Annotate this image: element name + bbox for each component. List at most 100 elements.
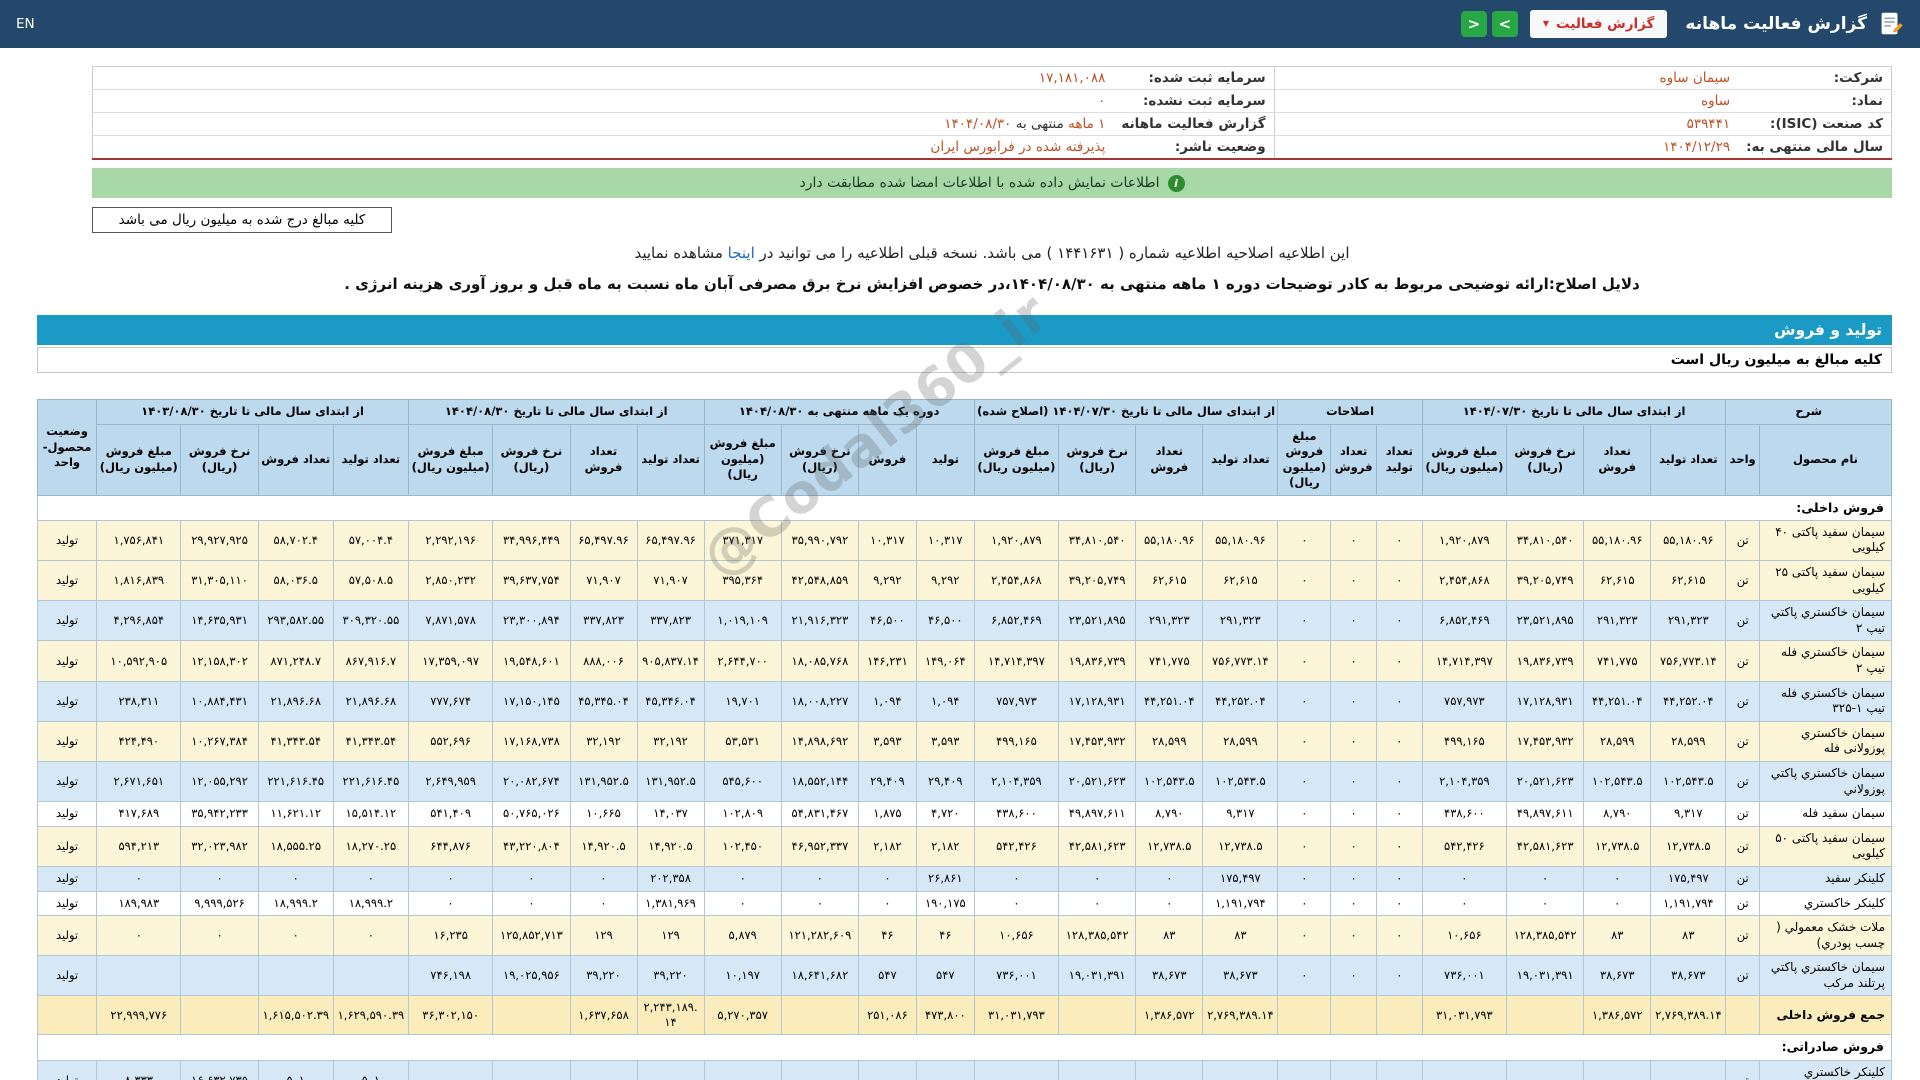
adjustments-value: ۰ xyxy=(1376,680,1423,722)
signed-match-text: اطلاعات نمایش داده شده با اطلاعات امضا ش… xyxy=(799,175,1160,191)
month-1404-08-value: ۰ xyxy=(780,1059,859,1080)
ytd-1404-08-value: ۳۲,۱۹۲ xyxy=(569,720,638,762)
ytd-1404-07-value: ۱۲۸,۳۸۵,۵۴۲ xyxy=(1506,915,1585,957)
month-1404-08-value: ۴۲,۵۴۸,۸۵۹ xyxy=(780,560,859,602)
ytd-1404-08-value: ۹۰۵,۸۳۷.۱۴ xyxy=(636,640,705,682)
ytd-1404-07-value: ۱۲,۷۳۸.۵ xyxy=(1650,825,1727,867)
adjustments-value: ۰ xyxy=(1277,1059,1332,1080)
adjustments-value xyxy=(1376,995,1423,1036)
ytd-1404-07-adjusted-value: ۲,۱۰۴,۳۵۹ xyxy=(973,760,1060,803)
month-1404-08-value: ۱۸,۶۴۱,۶۸۲ xyxy=(780,955,859,997)
ytd-1404-07-value: ۳۸,۶۷۳ xyxy=(1650,955,1727,997)
col-month-produced: تولید xyxy=(915,423,975,496)
ytd-1404-08-value: ۳۹,۲۲۰ xyxy=(569,955,638,997)
month-1404-08-value: ۰ xyxy=(780,865,859,892)
ytd-1404-07-value: ۱۰۲,۵۴۳.۵ xyxy=(1650,760,1727,803)
col-group-adjustments: اصلاحات xyxy=(1277,399,1423,425)
ytd-1404-07-value: ۱۷۵,۴۹۷ xyxy=(1650,865,1727,892)
ytd-1404-08-value: ۷۷۷,۶۷۴ xyxy=(407,680,494,722)
adjustments-value: ۰ xyxy=(1376,1059,1423,1080)
ytd-1404-07-value: ۲,۴۵۴,۸۶۸ xyxy=(1421,560,1508,602)
month-1404-08-value: ۴۷۳,۸۰۰ xyxy=(915,995,975,1036)
header-info-section: شرکت: سیمان ساوه سرمایه ثبت شده: ۱۷,۱۸۱,… xyxy=(92,66,1892,293)
adjustments-value: ۰ xyxy=(1277,560,1332,602)
product-row: سیمان خاکستري پوزولانی فله تن ۲۸,۵۹۹ ۲۸,۵۹۹… xyxy=(36,720,1893,762)
ytd-1404-08-value: ۳۳۷,۸۲۳ xyxy=(636,600,705,642)
ytd-1404-07-value: ۴۹,۸۹۷,۶۱۱ xyxy=(1506,801,1585,827)
ytd-1404-07-adjusted-value xyxy=(1058,995,1137,1036)
product-name: سیمان خاکستري پاکتي پوزولاني xyxy=(1758,760,1893,803)
ytd-1403-08-value: ۱۰,۵۹۲,۹۰۵ xyxy=(96,640,182,682)
ytd-1403-08-value: ۵۰۱ xyxy=(332,1059,409,1080)
ytd-1404-07-adjusted-value: ۱۲,۷۳۸.۵ xyxy=(1202,825,1279,867)
product-row: سیمان خاکستري پاکتي پوزولاني تن ۱۰۲,۵۴۳.۵ ۱… xyxy=(36,760,1893,803)
month-1404-08-value: ۰ xyxy=(857,1059,917,1080)
ytd-1404-07-value: ۱,۹۲۰,۸۷۹ xyxy=(1421,519,1508,562)
ytd-1403-08-value: ۳۲,۰۲۳,۹۸۲ xyxy=(180,825,259,867)
period-mid-text: منتهی به xyxy=(1015,116,1064,132)
ytd-1404-07-adjusted-value: ۱۰۲,۵۴۳.۵ xyxy=(1135,760,1204,803)
ytd-1403-08-value: ۰ xyxy=(257,865,334,892)
prev-report-button[interactable]: < xyxy=(1460,11,1487,37)
amendment-reason: دلایل اصلاح:ارائه توضیحی مربوط به کادر ت… xyxy=(344,275,1640,293)
ytd-1404-07-value: ۱,۳۸۶,۵۷۲ xyxy=(1583,995,1652,1036)
ytd-1404-08-value: ۳۶,۳۰۲,۱۵۰ xyxy=(407,995,494,1036)
col-group-ytd-1404-07: از ابتدای سال مالی تا تاریخ ۱۴۰۴/۰۷/۳۰ xyxy=(1421,399,1727,425)
ytd-1404-07-adjusted-value: ۰ xyxy=(973,890,1060,917)
month-1404-08-value: ۲,۶۴۴,۷۰۰ xyxy=(703,640,782,682)
language-toggle[interactable]: EN xyxy=(16,16,35,32)
adjustments-value xyxy=(1330,995,1377,1036)
ytd-1404-08-value: ۳۹,۶۳۷,۷۵۴ xyxy=(492,560,571,602)
report-type-label: گزارش فعالیت xyxy=(1556,16,1655,32)
ytd-1404-08-value: ۱۹,۰۲۵,۹۵۶ xyxy=(492,955,571,997)
product-name: سیمان سفید پاکتی ۴۰ کیلویی xyxy=(1758,519,1893,562)
ytd-1404-07-adjusted-value: ۲,۷۶۹,۳۸۹.۱۴ xyxy=(1202,995,1279,1036)
ytd-1403-08-value: ۴۱۷,۶۸۹ xyxy=(96,801,182,827)
product-name: کلینکر خاکستري xyxy=(1758,890,1893,917)
ytd-1404-07-adjusted-value: ۸,۷۹۰ xyxy=(1135,801,1204,827)
ytd-1404-07-value: ۲,۷۶۹,۳۸۹.۱۴ xyxy=(1650,995,1727,1036)
ytd-1403-08-value: ۰ xyxy=(332,915,409,957)
ytd-1404-07-adjusted-value: ۴۹,۸۹۷,۶۱۱ xyxy=(1058,801,1137,827)
report-type-dropdown[interactable]: گزارش فعالیت ▼ xyxy=(1529,10,1668,38)
ytd-1404-08-value: ۱۳۱,۹۵۲.۵ xyxy=(636,760,705,803)
ytd-1404-08-value: ۶۵,۴۹۷.۹۶ xyxy=(636,519,705,562)
ytd-1404-07-adjusted-value: ۲,۴۵۴,۸۶۸ xyxy=(973,560,1060,602)
next-report-button[interactable]: > xyxy=(1491,11,1518,37)
ytd-1403-08-value: ۵۰۱ xyxy=(257,1059,334,1080)
ytd-1403-08-value xyxy=(180,995,259,1036)
ytd-1404-07-value: ۰ xyxy=(1506,865,1585,892)
previous-version-link[interactable]: اینجا xyxy=(728,244,755,262)
product-unit: تن xyxy=(1725,890,1760,917)
ytd-1404-08-value: ۴۳,۲۲۰,۸۰۴ xyxy=(492,825,571,867)
ytd-1404-07-adjusted-value: ۰ xyxy=(1058,865,1137,892)
product-status: تولید xyxy=(36,720,98,762)
adjustments-value: ۰ xyxy=(1330,1059,1377,1080)
ytd-1404-07-value: ۸۳ xyxy=(1650,915,1727,957)
adjustments-value: ۰ xyxy=(1277,801,1332,827)
month-1404-08-value: ۴,۷۲۰ xyxy=(915,801,975,827)
ytd-1404-07-value: ۱۷,۱۲۸,۹۳۱ xyxy=(1506,680,1585,722)
adjustments-value: ۰ xyxy=(1277,519,1332,562)
chevron-down-icon: ▼ xyxy=(1542,19,1550,28)
section-row: فروش داخلی: xyxy=(37,494,1892,521)
col-qty-produced: تعداد تولید xyxy=(1202,423,1279,496)
ytd-1404-07-value: ۱۷,۴۵۳,۹۳۲ xyxy=(1506,720,1585,762)
product-row: سیمان سفید فله تن ۹,۳۱۷ ۸,۷۹۰ ۴۹,۸۹۷,۶۱۱ ۴۳۸,… xyxy=(36,801,1893,827)
table-unit-note: کلیه مبالغ به میلیون ریال است xyxy=(37,347,1892,373)
section-label: فروش صادراتی: xyxy=(37,1034,1892,1061)
ytd-1404-07-value: ۲۸,۵۹۹ xyxy=(1650,720,1727,762)
ytd-1404-07-adjusted-value: ۲۸,۵۹۹ xyxy=(1202,720,1279,762)
product-name: سیمان خاکستري پاکتي پرتلند مرکب xyxy=(1758,955,1893,997)
month-1404-08-value: ۰ xyxy=(857,865,917,892)
ytd-1404-08-value: ۶۵,۴۹۷.۹۶ xyxy=(569,519,638,562)
ytd-1404-08-value: ۱۷,۱۵۰,۱۴۵ xyxy=(492,680,571,722)
ytd-1404-07-value: ۲۹۱,۳۲۳ xyxy=(1650,600,1727,642)
report-period-label: گزارش فعالیت ماهانه xyxy=(1113,112,1275,136)
month-1404-08-value: ۴۶ xyxy=(915,915,975,957)
adjustments-value: ۰ xyxy=(1277,600,1332,642)
month-1404-08-value: ۱۹۰,۱۷۵ xyxy=(915,890,975,917)
product-unit: تن xyxy=(1725,865,1760,892)
sub-header-row: نام محصول واحد تعداد تولید تعداد فروش نر… xyxy=(38,423,1893,496)
ytd-1404-07-value: ۳۱,۰۳۱,۷۹۳ xyxy=(1421,995,1508,1036)
